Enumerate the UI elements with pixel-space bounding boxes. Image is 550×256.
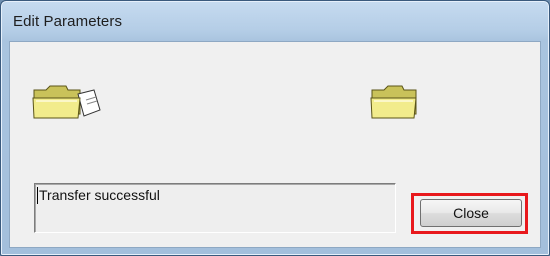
folder-icon	[370, 85, 417, 119]
title-bar[interactable]: Edit Parameters	[1, 1, 549, 41]
status-box: Transfer successful	[34, 183, 396, 233]
folder-with-document-icon	[32, 85, 101, 119]
status-text: Transfer successful	[39, 187, 160, 203]
dialog-body: Transfer successful Close	[9, 41, 541, 248]
text-caret	[37, 187, 38, 204]
dialog-window: Edit Parameters Transfer successful Clos…	[0, 0, 550, 256]
close-button[interactable]: Close	[420, 199, 522, 227]
dialog-title: Edit Parameters	[13, 13, 123, 30]
